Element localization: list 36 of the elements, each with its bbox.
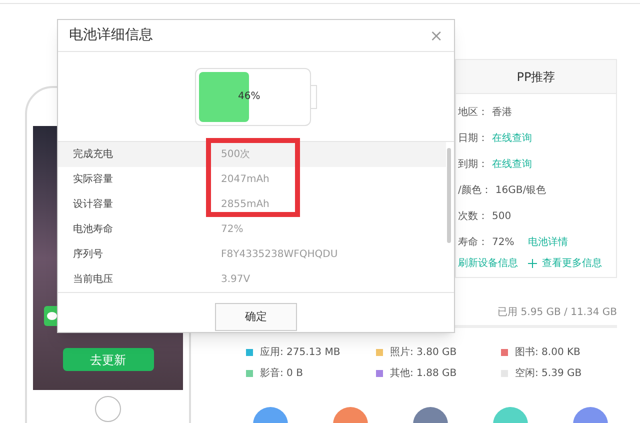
info-value: 2855mAh — [221, 198, 270, 212]
dialog-title: 电池详细信息 — [69, 26, 153, 46]
info-value: 2047mAh — [221, 173, 270, 188]
info-row[interactable]: 完成充电 500次 — [58, 142, 446, 168]
legend-label: 空闲: 5.39 GB — [515, 366, 582, 381]
info-value: 72% — [221, 223, 244, 238]
info-label: 当前电压 — [73, 272, 114, 288]
field-value: 香港 — [492, 106, 512, 120]
info-label: 序列号 — [73, 248, 104, 262]
info-label: 设计容量 — [73, 198, 114, 212]
ok-button[interactable]: 确定 — [215, 303, 297, 332]
info-label: 电池寿命 — [73, 222, 114, 238]
info-value: F8Y4335238WFQHQDU — [221, 248, 338, 262]
legend-label: 照片: 3.80 GB — [390, 346, 457, 360]
home-button[interactable] — [95, 396, 121, 422]
info-value: 500次 — [221, 148, 250, 162]
info-value: 3.97V — [221, 273, 250, 288]
legend-label: 其他: 1.88 GB — [390, 366, 457, 381]
field-label: 寿命： — [458, 236, 488, 250]
field-label: 到期： — [458, 158, 488, 172]
field-value: 72% — [492, 236, 514, 250]
legend-label: 图书: 8.00 KB — [515, 346, 580, 360]
legend-label: 影音: 0 B — [260, 366, 303, 381]
field-label: /颜色： — [458, 184, 492, 198]
scrollbar[interactable] — [447, 148, 451, 244]
field-label: 地区： — [458, 106, 488, 120]
info-label: 实际容量 — [73, 172, 114, 188]
field-label: 次数： — [458, 210, 488, 224]
storage-used-text: 已用 5.95 GB / 11.34 GB — [498, 306, 617, 320]
legend-label: 应用: 275.13 MB — [260, 346, 340, 360]
panel-header: PP推荐 — [456, 60, 616, 94]
field-value: 16GB/银色 — [495, 184, 546, 198]
info-label: 完成充电 — [73, 148, 114, 162]
field-label: 日期： — [458, 132, 488, 146]
field-value: 500 — [492, 210, 512, 224]
plus-icon — [528, 259, 537, 268]
